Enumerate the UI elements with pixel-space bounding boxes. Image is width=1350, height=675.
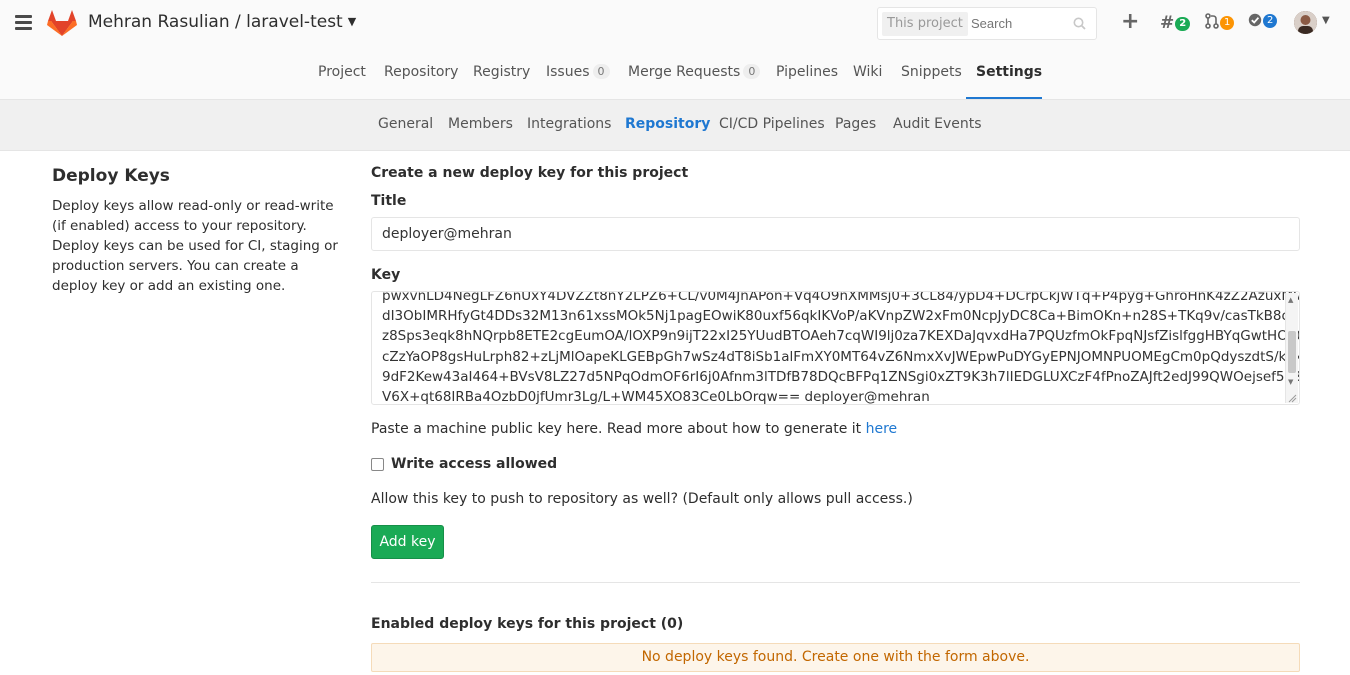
title-input[interactable]: deployer@mehran — [371, 217, 1300, 251]
project-title[interactable]: Mehran Rasulian / laravel-test ▼ — [88, 12, 356, 32]
nav-registry[interactable]: Registry — [473, 64, 530, 80]
settings-tab-members[interactable]: Members — [448, 116, 513, 132]
key-line: cZzYaOP8gsHuLrph82+zLjMlOapeKLGEBpGh7wSz… — [382, 348, 1300, 365]
project-nav: Project Repository Registry Issues 0 Merg… — [0, 48, 1350, 100]
title-label: Title — [371, 193, 407, 209]
avatar-caret-icon[interactable]: ▼ — [1322, 15, 1330, 26]
nav-project[interactable]: Project — [318, 64, 366, 80]
form-title: Create a new deploy key for this project — [371, 165, 689, 181]
top-header: Mehran Rasulian / laravel-test ▼ This pro… — [0, 0, 1350, 48]
write-access-label[interactable]: Write access allowed — [391, 456, 557, 472]
key-text: pwxvnLD4NegLFZ6nUxY4DVZZt8nY2LPZ6+CL/v0M… — [382, 291, 1300, 405]
nav-settings[interactable]: Settings — [976, 64, 1042, 80]
settings-nav: General Members Integrations Repository … — [0, 100, 1350, 151]
settings-tab-audit-events[interactable]: Audit Events — [893, 116, 982, 132]
todos-count-badge: 2 — [1263, 14, 1278, 28]
merge-requests-count-badge: 1 — [1220, 16, 1235, 30]
nav-merge-requests-label: Merge Requests — [628, 64, 741, 80]
search-input[interactable] — [971, 8, 1071, 39]
enabled-keys-title: Enabled deploy keys for this project (0) — [371, 616, 684, 632]
search-scope-label[interactable]: This project — [882, 12, 968, 36]
active-tab-underline — [966, 97, 1042, 99]
nav-issues-label: Issues — [546, 64, 590, 80]
todos-check-icon[interactable]: 2 — [1248, 13, 1278, 29]
nav-merge-requests-count: 0 — [743, 64, 761, 79]
resize-handle-icon[interactable] — [1288, 394, 1297, 403]
settings-tab-cicd-pipelines[interactable]: CI/CD Pipelines — [719, 116, 825, 132]
key-line: z8Sps3eqk8hNQrpb8ETE2cgEumOA/lOXP9n9ijT2… — [382, 328, 1300, 345]
settings-tab-pages[interactable]: Pages — [835, 116, 876, 132]
nav-repository[interactable]: Repository — [384, 64, 458, 80]
search-icon — [1073, 17, 1086, 30]
key-label: Key — [371, 267, 401, 283]
settings-tab-integrations[interactable]: Integrations — [527, 116, 611, 132]
key-line: 9dF2Kew43aI464+BVsV8LZ27d5NPqOdmOF6rI6j0… — [382, 368, 1300, 385]
divider — [371, 582, 1300, 583]
nav-pipelines[interactable]: Pipelines — [776, 64, 838, 80]
scroll-up-icon[interactable]: ▲ — [1288, 296, 1293, 304]
new-item-plus-icon[interactable]: + — [1121, 11, 1139, 33]
scroll-down-icon[interactable]: ▼ — [1288, 378, 1293, 386]
merge-requests-icon[interactable]: 1 — [1205, 13, 1235, 31]
nav-merge-requests[interactable]: Merge Requests 0 — [628, 64, 761, 80]
issues-hash-icon[interactable]: #2 — [1160, 13, 1191, 33]
key-line: V6X+qt68IRBa4OzbD0jfUmr3Lg/L+WM45XO83Ce0… — [382, 389, 930, 405]
key-textarea[interactable]: pwxvnLD4NegLFZ6nUxY4DVZZt8nY2LPZ6+CL/v0M… — [371, 291, 1300, 405]
nav-issues[interactable]: Issues 0 — [546, 64, 610, 80]
section-description: Deploy keys allow read-only or read-writ… — [52, 198, 338, 294]
key-scrollbar[interactable]: ▲ ▼ — [1285, 293, 1298, 403]
key-line: pwxvnLD4NegLFZ6nUxY4DVZZt8nY2LPZ6+CL/v0M… — [382, 291, 1300, 304]
key-help-message: Paste a machine public key here. Read mo… — [371, 421, 862, 437]
search-box: This project — [877, 7, 1097, 40]
add-key-button[interactable]: Add key — [371, 525, 444, 559]
write-access-help: Allow this key to push to repository as … — [371, 491, 913, 507]
chevron-down-icon: ▼ — [347, 15, 357, 28]
nav-wiki[interactable]: Wiki — [853, 64, 882, 80]
no-keys-warning: No deploy keys found. Create one with th… — [371, 643, 1300, 672]
key-help-text: Paste a machine public key here. Read mo… — [371, 421, 897, 437]
key-line: dI3ObIMRHfyGt4DDs32M13n61xssMOk5Nj1pagEO… — [382, 308, 1300, 325]
generate-key-help-link[interactable]: here — [866, 421, 898, 437]
nav-snippets[interactable]: Snippets — [901, 64, 962, 80]
nav-issues-count: 0 — [592, 64, 610, 79]
section-title: Deploy Keys — [52, 166, 170, 186]
scroll-thumb[interactable] — [1288, 331, 1296, 373]
issues-count-badge: 2 — [1175, 17, 1191, 31]
user-avatar[interactable] — [1294, 11, 1317, 34]
project-title-text: Mehran Rasulian / laravel-test — [88, 12, 343, 32]
hamburger-menu-icon[interactable] — [15, 15, 32, 31]
settings-tab-general[interactable]: General — [378, 116, 433, 132]
write-access-checkbox[interactable] — [371, 458, 384, 471]
settings-tab-repository[interactable]: Repository — [625, 116, 710, 132]
gitlab-logo[interactable] — [47, 9, 77, 37]
